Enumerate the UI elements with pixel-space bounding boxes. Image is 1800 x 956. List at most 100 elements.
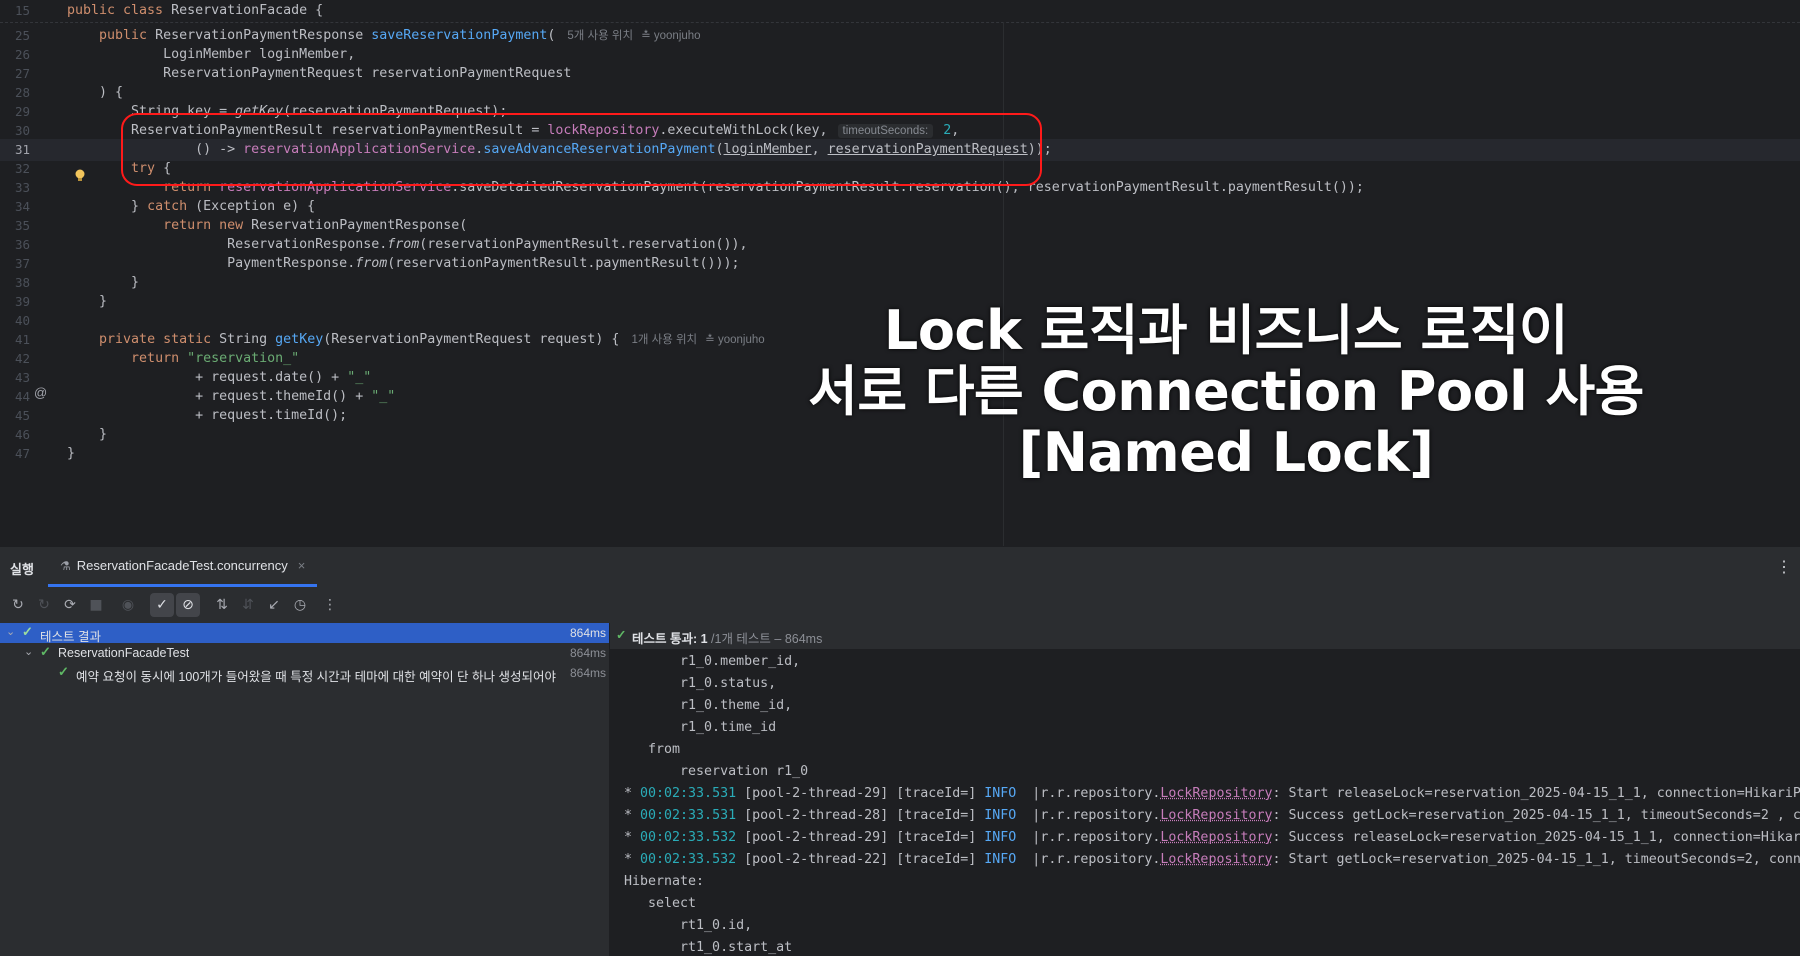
code-token: reservationApplicationService — [219, 180, 452, 195]
show-passed-icon[interactable]: ✓ — [150, 593, 174, 617]
class-link[interactable]: LockRepository — [1160, 808, 1272, 823]
console-token: * — [624, 808, 641, 823]
history-icon[interactable]: ◷ — [288, 593, 312, 617]
run-tab-bar: 실행 ⚗ ReservationFacadeTest.concurrency ×… — [0, 547, 1800, 587]
code-token: saveReservationPayment — [371, 28, 548, 43]
code-line[interactable]: 15 public class ReservationFacade { — [0, 0, 1800, 22]
rerun-icon[interactable]: ↻ — [6, 593, 30, 617]
console-output[interactable]: ✓ 테스트 통과: 1 /1개 테스트 – 864ms r1_0.member_… — [610, 623, 1800, 956]
test-run-icon: ⚗ — [60, 558, 71, 573]
code-token: LoginMember loginMember, — [67, 47, 356, 62]
tree-node-label: ReservationFacadeTest — [58, 646, 190, 660]
console-token: rt1_0.id, — [624, 918, 753, 933]
console-token: [pool-2-thread-29] [traceId=] — [736, 830, 985, 845]
close-icon[interactable]: × — [298, 558, 306, 573]
collapse-all-icon[interactable]: ↙ — [262, 593, 286, 617]
console-token: r1_0.status, — [624, 676, 777, 691]
code-token: return — [163, 180, 220, 195]
lightbulb-icon[interactable] — [73, 168, 87, 184]
toolbar-more-icon[interactable]: ⋮ — [318, 593, 342, 617]
console-line: r1_0.theme_id, — [624, 695, 792, 717]
console-token: : Success getLock=reservation_2025-04-15… — [1272, 808, 1800, 823]
code-token: } — [67, 446, 76, 461]
ide-window: 15 public class ReservationFacade {25 pub… — [0, 0, 1800, 956]
code-token: lockRepository — [547, 123, 660, 138]
code-token: )); — [1027, 142, 1052, 157]
passed-check-icon: ✓ — [22, 624, 33, 639]
class-link[interactable]: LockRepository — [1160, 852, 1272, 867]
console-token: |r.r.repository. — [1016, 786, 1161, 801]
inlay-hint[interactable]: 5개 사용 위치 — [563, 30, 637, 42]
console-token: : Success releaseLock=reservation_2025-0… — [1272, 830, 1800, 845]
console-token: * — [624, 830, 641, 845]
inlay-hint: timeoutSeconds: — [837, 124, 934, 138]
show-ignored-toggle-icon[interactable]: ⊘ — [176, 593, 200, 617]
line-number[interactable]: 47 — [0, 443, 30, 465]
console-line: Hibernate: — [624, 871, 704, 893]
chevron-down-icon[interactable]: ⌄ — [6, 625, 15, 638]
code-token: (reservationPaymentResult.paymentResult(… — [387, 256, 740, 271]
code-token: ReservationResponse. — [67, 237, 388, 252]
code-token: "_" — [347, 370, 372, 385]
code-token: ( — [547, 28, 564, 43]
inlay-hint[interactable]: 1개 사용 위치 — [627, 334, 701, 346]
toggle-auto-test-icon[interactable]: ⟳ — [58, 593, 82, 617]
run-window-title: 실행 — [10, 562, 34, 577]
tree-node[interactable]: ⌄ ✓ ReservationFacadeTest 864ms — [0, 643, 609, 663]
console-token: [pool-2-thread-29] [traceId=] — [736, 786, 985, 801]
test-duration: 864ms — [569, 666, 606, 680]
inlay-hint[interactable]: ≛ yoonjuho — [637, 30, 705, 42]
console-token: INFO — [984, 852, 1017, 867]
code-token: try — [131, 161, 164, 176]
chevron-down-icon[interactable]: ⌄ — [24, 645, 33, 658]
test-results-tree: ⌄ ✓ 테스트 결과 864ms ⌄ ✓ ReservationFacadeTest 864m… — [0, 623, 610, 956]
sort-icon[interactable]: ⇅ — [210, 593, 234, 617]
overlay-caption: Lock 로직과 비즈니스 로직이 서로 다른 Connection Pool … — [806, 300, 1646, 483]
code-token: reservationApplicationService — [243, 142, 476, 157]
console-line: * 00:02:33.532 [pool-2-thread-29] [trace… — [624, 827, 1800, 849]
code-token: ReservationFacade { — [171, 3, 324, 18]
tree-node[interactable]: ✓ 예약 요청이 동시에 100개가 들어왔을 때 특정 시간과 테마에 대한 예… — [0, 663, 609, 684]
console-token: Hibernate: — [624, 874, 705, 889]
console-line: from — [624, 739, 680, 761]
test-status-bar: ✓ 테스트 통과: 1 /1개 테스트 – 864ms — [610, 623, 1800, 649]
console-token: [pool-2-thread-28] [traceId=] — [736, 808, 985, 823]
more-options-icon[interactable]: ⋮ — [1776, 557, 1792, 577]
console-token: r1_0.time_id — [624, 720, 777, 735]
console-token: |r.r.repository. — [1016, 852, 1161, 867]
code-token: return new — [163, 218, 252, 233]
passed-check-icon: ✓ — [616, 628, 627, 642]
code-token: private static — [99, 332, 220, 347]
code-editor[interactable]: 15 public class ReservationFacade {25 pub… — [0, 0, 1800, 546]
console-token: rt1_0.start_at — [624, 940, 793, 955]
console-line: r1_0.time_id — [624, 717, 776, 739]
code-token: } — [67, 294, 108, 309]
code-token: getKey — [275, 332, 324, 347]
code-token: getKey — [235, 104, 284, 119]
test-status-text: 테스트 통과: 1 /1개 테스트 – 864ms — [632, 632, 823, 646]
code-token: ReservationPaymentResponse — [155, 28, 372, 43]
override-at-icon[interactable]: @ — [34, 385, 47, 400]
class-link[interactable]: LockRepository — [1160, 830, 1272, 845]
line-number[interactable]: 15 — [0, 0, 30, 22]
tree-node[interactable]: ⌄ ✓ 테스트 결과 864ms — [0, 623, 609, 644]
code-token: from — [355, 256, 388, 271]
inlay-hint[interactable]: ≛ yoonjuho — [701, 334, 769, 346]
class-link[interactable]: LockRepository — [1160, 786, 1272, 801]
rerun-failed-icon[interactable]: ↻ — [32, 593, 56, 617]
code-token: + request.date() + — [67, 370, 348, 385]
console-line: reservation r1_0 — [624, 761, 808, 783]
tree-node-label: 예약 요청이 동시에 100개가 들어왔을 때 특정 시간과 테마에 대한 예약… — [76, 670, 560, 684]
code-text: public class ReservationFacade { — [67, 0, 323, 22]
import-tests-icon[interactable]: ⇵ — [236, 593, 260, 617]
tab-reservation-facade-test[interactable]: ⚗ ReservationFacadeTest.concurrency × — [48, 547, 318, 587]
console-token: : Start getLock=reservation_2025-04-15_1… — [1272, 852, 1800, 867]
show-ignored-icon[interactable]: ◉ — [116, 593, 140, 617]
stop-icon[interactable]: ■ — [84, 593, 108, 617]
code-token: from — [387, 237, 420, 252]
console-token: from — [624, 742, 681, 757]
code-token: "reservation_" — [187, 351, 300, 366]
